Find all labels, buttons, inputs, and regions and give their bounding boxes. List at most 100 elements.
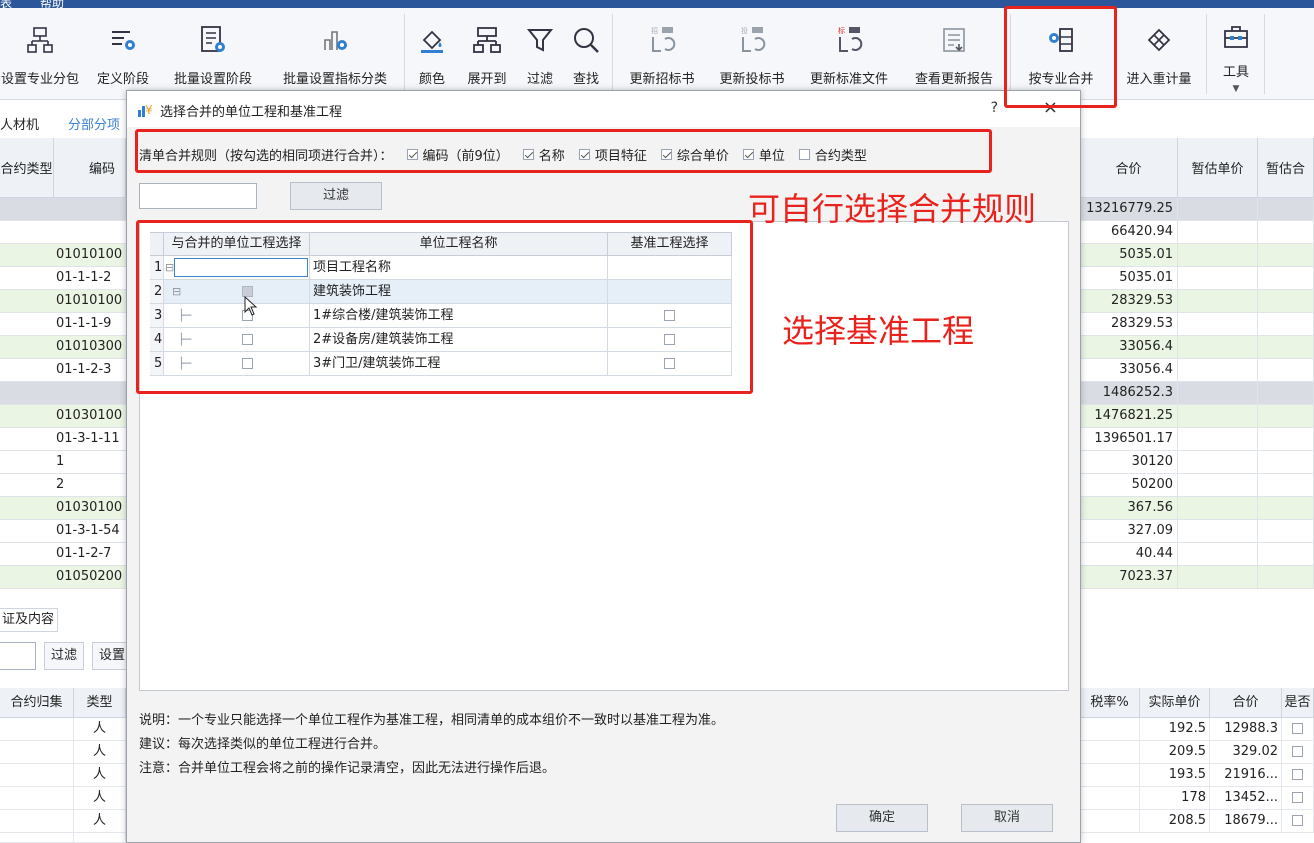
code-cell: 01030100	[56, 500, 123, 515]
toolbox-icon	[1221, 22, 1251, 51]
tab-labor-material[interactable]: 人材机	[0, 114, 39, 133]
index-category-icon	[320, 22, 350, 58]
svg-text:标: 标	[838, 26, 845, 35]
update-tender-icon: 招	[647, 22, 677, 58]
ribbon-separator	[612, 14, 613, 94]
tax-rate-cell	[1080, 741, 1140, 764]
cancel-button[interactable]: 取消	[961, 804, 1053, 832]
svg-text:投: 投	[741, 26, 748, 35]
table-row[interactable]: 01010100	[0, 290, 126, 313]
code-cell: 01-3-1-11	[56, 431, 120, 446]
help-button[interactable]: ?	[991, 100, 998, 116]
annotation-base-project: 选择基准工程	[782, 312, 975, 350]
table-row[interactable]	[0, 382, 126, 405]
table-row[interactable]: 2	[0, 474, 126, 497]
table-row[interactable]: 01030100	[0, 497, 126, 520]
filter-button[interactable]: 过滤	[520, 14, 560, 94]
note-description: 说明：一个专业只能选择一个单位工程作为基准工程，相同清单的成本组价不一致时以基准…	[139, 713, 725, 728]
whether-cell	[1282, 718, 1314, 741]
mouse-cursor-icon	[244, 295, 258, 320]
checkbox[interactable]	[1292, 723, 1303, 734]
provisional-price-cell	[1178, 198, 1258, 221]
view-update-report-button[interactable]: 查看更新报告	[904, 14, 1004, 94]
provisional-price-cell	[1178, 336, 1258, 359]
batch-set-stage-button[interactable]: 批量设置阶段	[164, 14, 262, 94]
column-header-tax-rate: 税率%	[1080, 688, 1140, 718]
search-button[interactable]: 查找	[566, 14, 606, 94]
provisional-total-cell	[1258, 290, 1314, 313]
provisional-total-cell	[1258, 497, 1314, 520]
provisional-price-cell	[1178, 405, 1258, 428]
provisional-total-cell	[1258, 405, 1314, 428]
ribbon-separator	[1206, 14, 1207, 94]
svg-text:¥: ¥	[145, 103, 153, 117]
provisional-total-cell	[1258, 543, 1314, 566]
org-chart-icon	[25, 22, 55, 58]
dialog-title-bar: ¥ 选择合并的单位工程和基准工程 ? ×	[127, 91, 1080, 127]
set-subcontract-button[interactable]: 设置专业分包	[0, 14, 88, 94]
provisional-total-cell	[1258, 520, 1314, 543]
table-row[interactable]: 01-3-1-11	[0, 428, 126, 451]
code-cell: 01-1-2-7	[56, 546, 112, 561]
table-row[interactable]	[0, 221, 126, 244]
checkbox[interactable]	[1292, 815, 1303, 826]
table-row[interactable]: 01-1-1-2	[0, 267, 126, 290]
enter-remeasure-button[interactable]: 进入重计量	[1116, 14, 1202, 94]
tools-dropdown-button[interactable]: 工具 ▼	[1212, 14, 1260, 94]
remeasure-icon	[1144, 22, 1174, 58]
batch-set-index-category-button[interactable]: 批量设置指标分类	[270, 14, 400, 94]
provisional-price-cell	[1178, 474, 1258, 497]
column-header-total: 合价	[1080, 138, 1178, 198]
tab-features-content[interactable]: 证及内容	[0, 608, 58, 632]
provisional-price-cell	[1178, 244, 1258, 267]
table-row[interactable]: 01-1-2-7	[0, 543, 126, 566]
lower-total-cell: 329.02	[1210, 741, 1282, 764]
expand-tree-icon	[472, 22, 502, 58]
type-cell: 人	[74, 810, 126, 833]
tab-division-items[interactable]: 分部分项	[68, 114, 120, 133]
checkbox[interactable]	[1292, 769, 1303, 780]
lower-total-cell: 21916...	[1210, 764, 1282, 787]
code-cell: 2	[56, 477, 65, 492]
table-row[interactable]: 01-3-1-54	[0, 520, 126, 543]
total-cell: 1486252.3	[1080, 382, 1178, 405]
type-cell: 人	[74, 764, 126, 787]
total-cell: 367.56	[1080, 497, 1178, 520]
tax-rate-cell	[1080, 787, 1140, 810]
lower-filter-button[interactable]: 过滤	[44, 642, 84, 670]
table-row[interactable]: 01-1-1-9	[0, 313, 126, 336]
update-standard-file-button[interactable]: 标 更新标准文件	[800, 14, 898, 94]
dialog-filter-input[interactable]	[139, 183, 257, 209]
code-cell: 01-1-1-2	[56, 270, 112, 285]
ribbon-separator	[404, 14, 405, 94]
table-row[interactable]: 01010100	[0, 244, 126, 267]
lower-filter-input[interactable]	[0, 642, 36, 670]
table-row[interactable]: 1	[0, 451, 126, 474]
color-button[interactable]: 颜色	[412, 14, 452, 94]
contract-group-cell	[0, 833, 74, 843]
update-bid-button[interactable]: 投 更新投标书	[710, 14, 794, 94]
code-cell: 01010100	[56, 293, 123, 308]
code-cell: 01050200	[56, 569, 123, 584]
table-row[interactable]	[0, 198, 126, 221]
lower-total-cell: 13452...	[1210, 787, 1282, 810]
ok-button[interactable]: 确定	[836, 804, 928, 832]
table-row[interactable]: 01-1-2-3	[0, 359, 126, 382]
table-row[interactable]: 01050200	[0, 566, 126, 589]
expand-to-button[interactable]: 展开到	[460, 14, 514, 94]
provisional-price-cell	[1178, 428, 1258, 451]
define-stage-button[interactable]: 定义阶段	[90, 14, 156, 94]
dialog-filter-button[interactable]: 过滤	[290, 182, 382, 210]
code-cell: 01-3-1-54	[56, 523, 120, 538]
column-header-code: 编码	[54, 138, 126, 198]
provisional-price-cell	[1178, 497, 1258, 520]
checkbox[interactable]	[1292, 746, 1303, 757]
update-tender-button[interactable]: 招 更新招标书	[620, 14, 704, 94]
provisional-total-cell	[1258, 359, 1314, 382]
table-row[interactable]: 01010300	[0, 336, 126, 359]
table-row[interactable]: 01030100	[0, 405, 126, 428]
dialog-title: 选择合并的单位工程和基准工程	[160, 105, 343, 120]
provisional-price-cell	[1178, 451, 1258, 474]
total-cell: 7023.37	[1080, 566, 1178, 589]
checkbox[interactable]	[1292, 792, 1303, 803]
